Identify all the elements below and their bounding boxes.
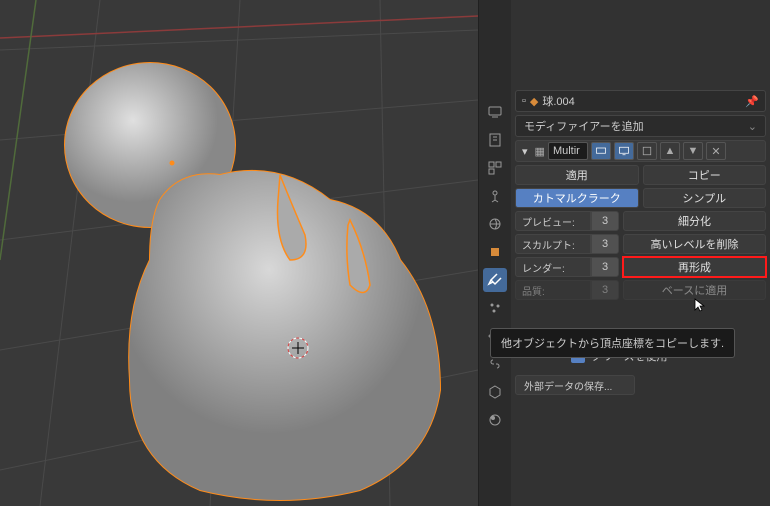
tab-output-icon[interactable] [483, 128, 507, 152]
properties-tabs [479, 0, 511, 506]
collapse-toggle-icon[interactable]: ▾ [518, 145, 532, 158]
simple-button[interactable]: シンプル [643, 188, 767, 208]
save-external-button[interactable]: 外部データの保存... [515, 375, 635, 395]
breadcrumb[interactable]: ▫ ◆ 球.004 📌 [515, 90, 766, 112]
preview-level-value[interactable]: 3 [591, 211, 619, 231]
apply-button[interactable]: 適用 [515, 165, 639, 185]
viewport-3d[interactable] [0, 0, 478, 506]
tab-particle-icon[interactable] [483, 296, 507, 320]
tab-render-icon[interactable] [483, 100, 507, 124]
quality-label: 品質: [515, 280, 591, 300]
object-name: 球.004 [542, 93, 574, 109]
chevron-down-icon: ⌄ [748, 120, 757, 133]
multires-icon: ▦ [535, 145, 545, 158]
delete-higher-button[interactable]: 高いレベルを削除 [623, 234, 766, 254]
add-modifier-label: モディファイアーを追加 [524, 118, 644, 134]
sculpt-level-label: スカルプト: [515, 234, 591, 254]
display-render-icon[interactable] [591, 142, 611, 160]
reshape-button[interactable]: 再形成 [623, 257, 766, 277]
display-viewport-icon[interactable] [614, 142, 634, 160]
tab-scene-icon[interactable] [483, 184, 507, 208]
sculpt-level-value[interactable]: 3 [591, 234, 619, 254]
tab-modifier-icon[interactable] [483, 268, 507, 292]
tab-material-icon[interactable] [483, 408, 507, 432]
quality-value[interactable]: 3 [591, 280, 619, 300]
subdivide-button[interactable]: 細分化 [623, 211, 766, 231]
move-down-icon[interactable]: ▼ [683, 142, 703, 160]
close-icon[interactable]: ✕ [706, 142, 726, 160]
tab-data-icon[interactable] [483, 380, 507, 404]
modifier-name-field[interactable]: Multir [548, 142, 588, 160]
tab-viewlayer-icon[interactable] [483, 156, 507, 180]
properties-region: ▫ ◆ 球.004 📌 モディファイアーを追加 ⌄ ▾ ▦ Multir ▲ ▼… [478, 0, 770, 506]
preview-level-label: プレビュー: [515, 211, 591, 231]
properties-panel: ▫ ◆ 球.004 📌 モディファイアーを追加 ⌄ ▾ ▦ Multir ▲ ▼… [511, 0, 770, 506]
pin-icon[interactable]: 📌 [745, 95, 759, 108]
render-level-label: レンダー: [515, 257, 591, 277]
datablock-icon: ▫ [522, 95, 526, 107]
tab-world-icon[interactable] [483, 212, 507, 236]
tab-object-icon[interactable] [483, 240, 507, 264]
move-up-icon[interactable]: ▲ [660, 142, 680, 160]
copy-button[interactable]: コピー [643, 165, 767, 185]
viewport-canvas [0, 0, 478, 506]
render-level-value[interactable]: 3 [591, 257, 619, 277]
mouse-cursor-icon [693, 297, 709, 318]
add-modifier-dropdown[interactable]: モディファイアーを追加 ⌄ [515, 115, 766, 137]
modifier-header: ▾ ▦ Multir ▲ ▼ ✕ [515, 140, 766, 162]
display-edit-icon[interactable] [637, 142, 657, 160]
axis-y [0, 0, 36, 260]
tooltip: 他オブジェクトから頂点座標をコピーします. [490, 328, 735, 358]
origin-sphere [170, 161, 175, 166]
mesh-icon: ◆ [530, 95, 538, 108]
catmull-clark-button[interactable]: カトマルクラーク [515, 188, 639, 208]
